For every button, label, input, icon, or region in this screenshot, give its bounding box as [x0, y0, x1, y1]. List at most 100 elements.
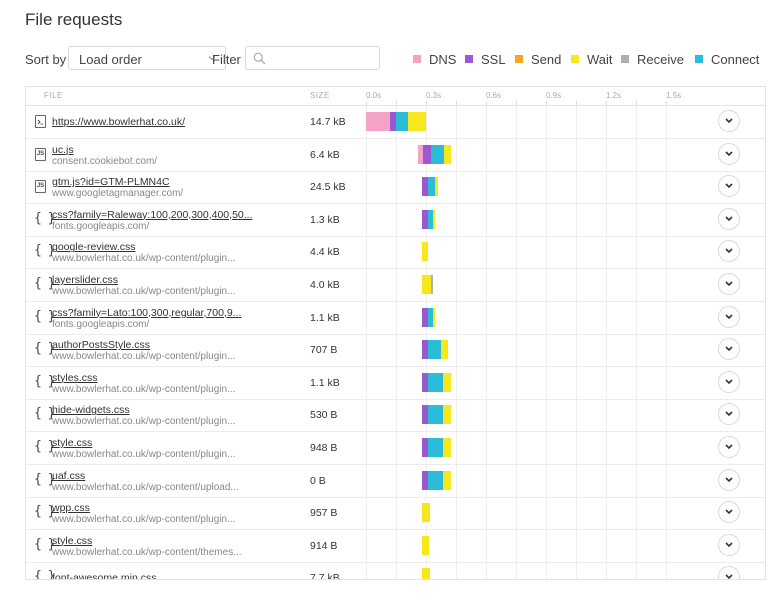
grid-line [516, 399, 517, 432]
file-link[interactable]: https://www.bowlerhat.co.uk/ [52, 116, 185, 128]
table-row[interactable]: { } hide-widgets.css www.bowlerhat.co.uk/w… [26, 399, 765, 433]
grid-line [456, 334, 457, 367]
file-size: 14.7 kB [310, 116, 346, 128]
file-link[interactable]: layerslider.css [52, 274, 118, 286]
chevron-down-icon [725, 509, 733, 515]
file-link[interactable]: google-review.css [52, 241, 135, 253]
grid-line [516, 464, 517, 497]
grid-line [606, 366, 607, 399]
expand-row-button[interactable] [718, 273, 740, 295]
expand-row-button[interactable] [718, 305, 740, 328]
grid-line [576, 171, 577, 204]
expand-row-button[interactable] [718, 110, 740, 132]
expand-row-button[interactable] [718, 207, 740, 230]
filter-input[interactable] [245, 46, 380, 70]
grid-line [396, 562, 397, 579]
legend-item-send: Send [515, 52, 561, 67]
grid-line [366, 432, 367, 464]
table-row[interactable]: { } uaf.css www.bowlerhat.co.uk/wp-content… [26, 464, 765, 498]
grid-line [546, 203, 547, 236]
grid-line [666, 529, 667, 562]
grid-line [606, 432, 607, 464]
timing-bar-wait [422, 568, 430, 579]
legend-item-dns: DNS [413, 52, 456, 67]
grid-line [636, 236, 637, 269]
expand-row-button[interactable] [718, 501, 740, 524]
sort-select[interactable]: Load order [68, 46, 226, 70]
chevron-down-icon [725, 477, 733, 482]
grid-line [486, 529, 487, 562]
grid-line [666, 432, 667, 464]
table-row[interactable]: { } font-awesome.min.css 7.7 kB [26, 562, 765, 579]
table-row[interactable]: { } wpp.css www.bowlerhat.co.uk/wp-content… [26, 497, 765, 531]
grid-line [486, 138, 487, 171]
timing-bar-dns [366, 112, 390, 131]
table-row[interactable]: { } authorPostsStyle.css www.bowlerhat.co.… [26, 334, 765, 368]
table-row[interactable]: { } style.css www.bowlerhat.co.uk/wp-conte… [26, 432, 765, 465]
grid-line [576, 334, 577, 367]
table-row[interactable]: { } google-review.css www.bowlerhat.co.uk/… [26, 236, 765, 270]
grid-line [516, 138, 517, 171]
file-host: www.bowlerhat.co.uk/wp-content/plugin... [52, 416, 236, 428]
chevron-down-icon [725, 542, 733, 547]
expand-row-button[interactable] [718, 436, 740, 458]
file-link[interactable]: gtm.js?id=GTM-PLMN4C [52, 176, 170, 188]
grid-line [576, 366, 577, 399]
grid-line [396, 529, 397, 562]
file-host: www.bowlerhat.co.uk/wp-content/plugin... [52, 383, 236, 395]
timing-bar-wait [422, 242, 428, 262]
chevron-down-icon [725, 379, 733, 384]
file-link[interactable]: wpp.css [52, 502, 90, 514]
grid-line [576, 106, 577, 138]
request-timeline [366, 301, 706, 334]
file-link[interactable]: uaf.css [52, 470, 85, 482]
expand-row-button[interactable] [718, 403, 740, 426]
timeline-tick [606, 101, 607, 105]
grid-line [516, 236, 517, 269]
grid-line [456, 529, 457, 562]
file-link[interactable]: styles.css [52, 372, 98, 384]
grid-line [366, 497, 367, 530]
grid-line [366, 138, 367, 171]
grid-line [516, 269, 517, 301]
file-link[interactable]: style.css [52, 535, 92, 547]
expand-row-button[interactable] [718, 533, 740, 556]
timing-bar-wait [422, 535, 429, 555]
expand-row-button[interactable] [718, 240, 740, 263]
table-row[interactable]: { } css?family=Lato:100,300,regular,700,9… [26, 301, 765, 335]
file-link[interactable]: style.css [52, 437, 92, 449]
grid-line [366, 203, 367, 236]
table-row[interactable]: https://www.bowlerhat.co.uk/14.7 kB [26, 106, 765, 139]
expand-row-button[interactable] [718, 370, 740, 393]
file-link[interactable]: font-awesome.min.css [52, 572, 156, 579]
file-size: 4.0 kB [310, 279, 340, 291]
dns-swatch [413, 55, 421, 63]
request-timeline [366, 497, 706, 530]
file-link[interactable]: hide-widgets.css [52, 404, 130, 416]
file-link[interactable]: authorPostsStyle.css [52, 339, 150, 351]
grid-line [486, 203, 487, 236]
tick-label: 0.6s [486, 91, 502, 100]
file-link[interactable]: uc.js [52, 144, 74, 156]
expand-row-button[interactable] [718, 566, 740, 579]
file-link[interactable]: css?family=Raleway:100,200,300,400,50... [52, 209, 253, 221]
timing-bar-wait [443, 470, 451, 490]
table-row[interactable]: { } css?family=Raleway:100,200,300,400,50… [26, 203, 765, 237]
expand-row-button[interactable] [718, 338, 740, 361]
timing-bar-wait [443, 438, 451, 457]
grid-line [606, 562, 607, 579]
expand-row-button[interactable] [718, 175, 740, 198]
grid-line [396, 366, 397, 399]
table-row[interactable]: { } style.css www.bowlerhat.co.uk/wp-conte… [26, 529, 765, 563]
file-link[interactable]: css?family=Lato:100,300,regular,700,9... [52, 307, 241, 319]
table-row[interactable]: JS gtm.js?id=GTM-PLMN4C www.googletagmanag… [26, 171, 765, 205]
table-row[interactable]: { } layerslider.css www.bowlerhat.co.uk/wp… [26, 269, 765, 302]
table-row[interactable]: JS uc.js consent.cookiebot.com/6.4 kB [26, 138, 765, 172]
grid-line [546, 334, 547, 367]
table-row[interactable]: { } styles.css www.bowlerhat.co.uk/wp-cont… [26, 366, 765, 400]
expand-row-button[interactable] [718, 468, 740, 491]
grid-line [366, 236, 367, 269]
request-timeline [366, 106, 706, 138]
expand-row-button[interactable] [718, 142, 740, 165]
legend-label: Wait [587, 52, 613, 67]
